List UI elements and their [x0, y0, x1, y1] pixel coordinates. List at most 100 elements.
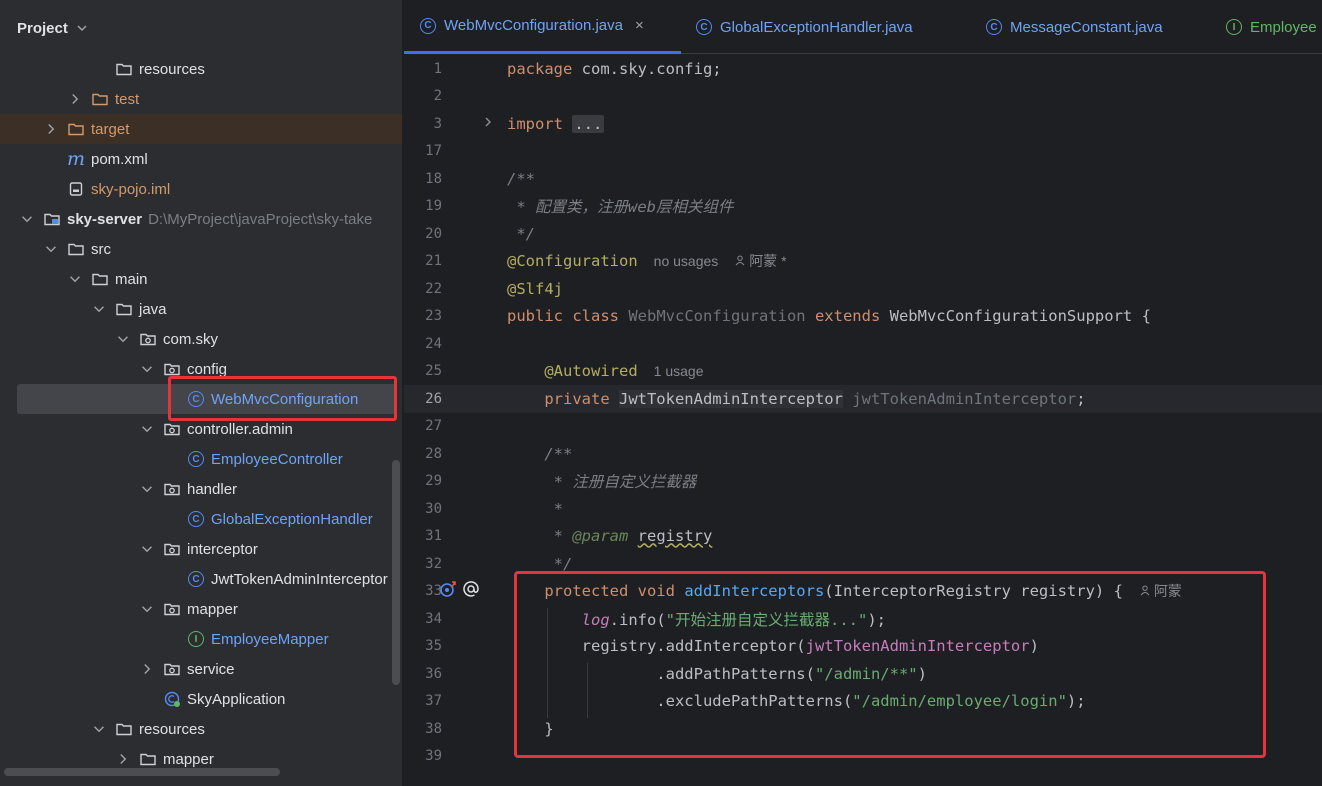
tree-item[interactable]: mapper: [0, 594, 402, 624]
code-line[interactable]: 2: [404, 83, 1322, 111]
tree-item[interactable]: sky-pojo.iml: [0, 174, 402, 204]
line-number: 24: [425, 335, 442, 352]
tree-expander[interactable]: [139, 361, 155, 377]
code-line[interactable]: 20 */: [404, 220, 1322, 248]
code-line[interactable]: 23 public class WebMvcConfiguration exten…: [404, 303, 1322, 331]
code-text: private JwtTokenAdminInterceptor jwtToke…: [507, 389, 1086, 408]
tree-item-label: controller.admin: [187, 420, 293, 438]
folder-icon: [68, 243, 84, 256]
code-line[interactable]: 26 private JwtTokenAdminInterceptor jwtT…: [404, 385, 1322, 413]
code-line[interactable]: 17: [404, 138, 1322, 166]
code-token: WebMvcConfiguration: [628, 307, 815, 326]
tree-item[interactable]: C GlobalExceptionHandler: [0, 504, 402, 534]
line-number: 17: [425, 143, 442, 160]
tree-item[interactable]: C JwtTokenAdminInterceptor: [0, 564, 402, 594]
tree-item[interactable]: I EmployeeMapper: [0, 624, 402, 654]
code-text: import ...: [507, 114, 605, 133]
tree-item[interactable]: resources: [0, 54, 402, 84]
folded-region[interactable]: ...: [572, 114, 605, 133]
code-text: * @param registry: [507, 527, 713, 546]
editor-tab[interactable]: C MessageConstant.java: [986, 0, 1163, 54]
tree-vertical-scrollbar[interactable]: [392, 460, 400, 685]
code-text: /**: [507, 170, 535, 188]
chevron-down-icon: [94, 306, 104, 313]
tree-expander[interactable]: [139, 601, 155, 617]
tree-expander[interactable]: [19, 211, 35, 227]
folder-icon: [116, 63, 132, 76]
editor-tab[interactable]: I Employee: [1226, 0, 1317, 54]
editor-tab[interactable]: C WebMvcConfiguration.java ×: [404, 0, 681, 54]
tree-expander[interactable]: [139, 661, 155, 677]
line-number: 19: [425, 198, 442, 215]
code-line[interactable]: 19 * 配置类，注册web层相关组件: [404, 193, 1322, 221]
line-number: 28: [425, 445, 442, 462]
tree-item[interactable]: interceptor: [0, 534, 402, 564]
line-number: 37: [425, 693, 442, 710]
project-panel-header[interactable]: Project: [0, 0, 402, 56]
line-number: 27: [425, 418, 442, 435]
tree-item[interactable]: resources: [0, 714, 402, 744]
code-line[interactable]: 18 /**: [404, 165, 1322, 193]
tree-expander[interactable]: [91, 721, 107, 737]
tree-horizontal-scrollbar[interactable]: [4, 768, 280, 776]
code-line[interactable]: 25 @Autowired 1 usage: [404, 358, 1322, 386]
tree-item[interactable]: SkyApplication: [0, 684, 402, 714]
code-line[interactable]: 1 package com.sky.config;: [404, 55, 1322, 83]
chevron-down-icon: [70, 276, 80, 283]
tree-expander[interactable]: [43, 121, 59, 137]
chevron-down-icon: [22, 216, 32, 223]
code-token: JwtTokenAdminInterceptor: [618, 389, 843, 408]
tree-item[interactable]: test: [0, 84, 402, 114]
code-line[interactable]: 3 import ...: [404, 110, 1322, 138]
tree-item[interactable]: m pom.xml: [0, 144, 402, 174]
code-line[interactable]: 21 @Configuration no usages 阿蒙 *: [404, 248, 1322, 276]
chevron-down-icon: [142, 486, 152, 493]
tree-expander[interactable]: [139, 541, 155, 557]
tree-expander[interactable]: [67, 271, 83, 287]
fold-expand-icon[interactable]: [482, 116, 494, 128]
tree-item[interactable]: src: [0, 234, 402, 264]
package-icon: [164, 543, 180, 556]
editor-tab-label: MessageConstant.java: [1010, 18, 1163, 36]
code-token: registry: [637, 527, 713, 546]
usage-inlay-hint: 1 usage: [653, 363, 704, 380]
tree-item[interactable]: main: [0, 264, 402, 294]
line-number: 33: [425, 583, 442, 600]
tree-expander[interactable]: [115, 751, 131, 767]
author-inlay-hint[interactable]: 阿蒙 *: [734, 253, 787, 269]
code-text: *: [507, 500, 563, 518]
tree-expander[interactable]: [91, 301, 107, 317]
code-line[interactable]: 31 * @param registry: [404, 523, 1322, 551]
tree-item[interactable]: handler: [0, 474, 402, 504]
code-line[interactable]: 27: [404, 413, 1322, 441]
code-line[interactable]: 28 /**: [404, 440, 1322, 468]
tree-item[interactable]: service: [0, 654, 402, 684]
tree-expander[interactable]: [67, 91, 83, 107]
tree-item[interactable]: java: [0, 294, 402, 324]
tree-item-label: main: [115, 270, 148, 288]
tree-expander[interactable]: [115, 331, 131, 347]
tree-item[interactable]: sky-server D:\MyProject\javaProject\sky-t…: [0, 204, 402, 234]
folder-icon: [68, 123, 84, 136]
editor-tab[interactable]: C GlobalExceptionHandler.java: [696, 0, 913, 54]
code-token: /**: [507, 169, 535, 188]
code-token: import: [507, 114, 573, 133]
chevron-down-icon[interactable]: [76, 22, 88, 34]
tree-item[interactable]: target: [0, 114, 402, 144]
tree-expander[interactable]: [139, 481, 155, 497]
code-line[interactable]: 29 * 注册自定义拦截器: [404, 468, 1322, 496]
code-editor[interactable]: C WebMvcConfiguration.java × C GlobalExcepti…: [404, 0, 1322, 786]
override-method-icon[interactable]: [439, 580, 459, 598]
code-line[interactable]: 22 @Slf4j: [404, 275, 1322, 303]
editor-tab-bar: C WebMvcConfiguration.java × C GlobalExcepti…: [404, 0, 1322, 54]
code-line[interactable]: 30 *: [404, 495, 1322, 523]
spring-class-icon: [164, 691, 180, 707]
tree-expander[interactable]: [139, 421, 155, 437]
close-icon[interactable]: ×: [635, 17, 644, 34]
annotation-icon[interactable]: [462, 580, 480, 598]
tree-item[interactable]: C EmployeeController: [0, 444, 402, 474]
tree-expander[interactable]: [43, 241, 59, 257]
code-line[interactable]: 24: [404, 330, 1322, 358]
tree-item[interactable]: com.sky: [0, 324, 402, 354]
